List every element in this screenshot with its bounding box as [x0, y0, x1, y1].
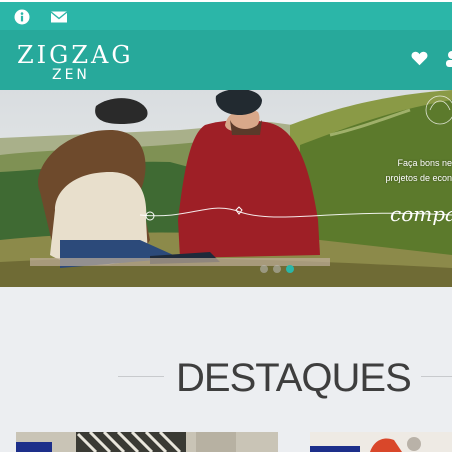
- hero-photo: [0, 90, 452, 287]
- info-icon[interactable]: [14, 9, 30, 25]
- slider-dot[interactable]: [260, 265, 268, 273]
- site-header: ZIGZAG ZEN: [0, 30, 452, 90]
- hero-text-line1: Faça bons ne: [397, 158, 452, 168]
- logo-text-main[interactable]: ZIGZAG: [17, 42, 134, 68]
- section-title: DESTAQUES: [176, 356, 412, 400]
- top-bar: [0, 0, 452, 30]
- slider-dots: [260, 265, 294, 273]
- featured-card-image: [310, 432, 452, 452]
- logo-text-sub[interactable]: ZEN: [52, 67, 90, 83]
- user-icon[interactable]: [444, 51, 452, 67]
- featured-card[interactable]: [16, 432, 278, 452]
- featured-section-header: DESTAQUES: [0, 352, 452, 402]
- hero-script-text: compa: [390, 202, 452, 226]
- slider-dot-active[interactable]: [286, 265, 294, 273]
- hero-banner[interactable]: Faça bons ne projetos de econ compa: [0, 90, 452, 287]
- hero-text-line2: projetos de econ: [385, 173, 452, 183]
- heart-icon[interactable]: [411, 51, 428, 66]
- featured-card-image: [16, 432, 278, 452]
- featured-card[interactable]: [310, 432, 452, 452]
- title-rule-right: [421, 376, 452, 377]
- title-rule-left: [118, 376, 164, 377]
- slider-dot[interactable]: [273, 265, 281, 273]
- mail-icon[interactable]: [50, 9, 68, 25]
